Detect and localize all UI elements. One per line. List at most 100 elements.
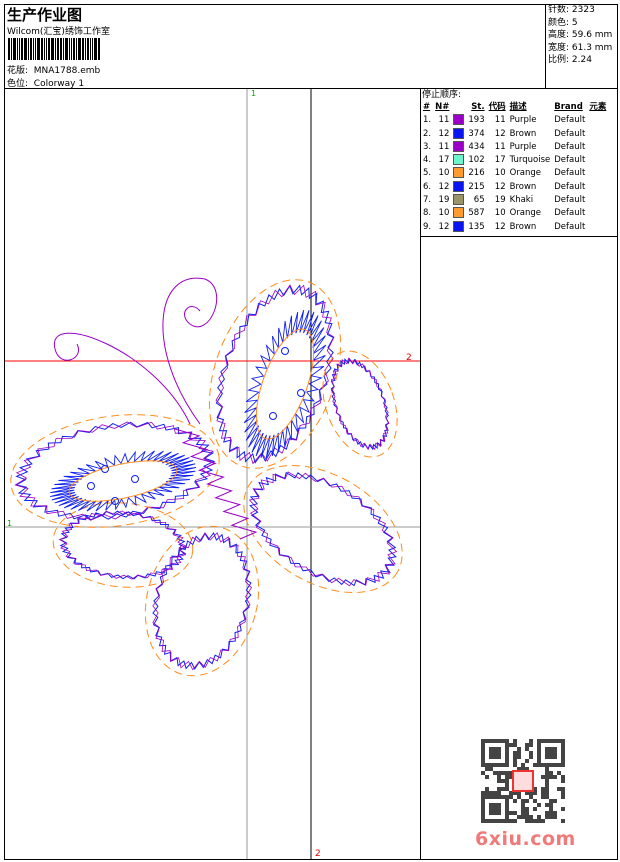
design-stats: 针数: 2323 颜色: 5 高度: 59.6 mm 宽度: 61.3 mm 比…: [546, 4, 617, 89]
row-brand: Default: [554, 115, 586, 126]
barcode-bar: [85, 38, 86, 60]
barcode-bar: [87, 38, 89, 60]
barcode-bar: [33, 38, 34, 60]
butterfly-design: 1 2 1 2: [5, 89, 420, 859]
stop-row: 3. 11 434 11 Purple Default: [421, 140, 608, 154]
row-index: 2.: [423, 128, 432, 139]
dot-spot: [87, 482, 95, 490]
col-needle: N#: [435, 102, 450, 112]
row-description: Turquoise: [509, 155, 551, 166]
col-brand: Brand: [554, 102, 583, 112]
worksheet-header: 生产作业图 Wilcom(汇宝)绣饰工作室 花版: MNA1788.emb 色位…: [4, 4, 546, 89]
stop-row: 7. 19 65 19 Khaki Default: [421, 194, 608, 207]
barcode-bar: [24, 38, 27, 60]
seal-icon: [512, 770, 534, 792]
design-height: 高度: 59.6 mm: [548, 30, 613, 40]
row-code: 19: [494, 195, 506, 206]
wing-satin: [249, 471, 397, 587]
stop-sequence-table: # N# St. 代码 描述 Brand 元素 1. 11 193 11 Pur…: [421, 101, 608, 234]
stop-row: 8. 10 587 10 Orange Default: [421, 207, 608, 220]
barcode-bar: [28, 38, 29, 60]
scale: 比例: 2.24: [548, 55, 592, 65]
qr-code: [481, 739, 565, 823]
row-code: 12: [494, 221, 506, 232]
row-code: 12: [494, 181, 506, 192]
stop-row: 1. 11 193 11 Purple Default: [421, 114, 608, 127]
stop-sequence-panel: 停止顺序: # N# St. 代码 描述 Brand 元素 1. 11 193 …: [421, 89, 617, 237]
barcode-bar: [69, 38, 70, 60]
barcode-bar: [11, 38, 12, 60]
color-swatch: [453, 207, 465, 219]
barcode-bar: [30, 38, 32, 60]
barcode-bar: [51, 38, 54, 60]
row-brand: Default: [554, 221, 586, 232]
row-description: Orange: [509, 208, 542, 219]
row-stitches: 135: [468, 221, 485, 232]
row-stitches: 374: [468, 128, 485, 139]
design-canvas: 1 2 1 2: [5, 89, 421, 859]
barcode-bar: [90, 38, 91, 60]
wing-underlay: [144, 525, 260, 677]
wing-spot-edge: [255, 328, 315, 440]
barcode: [8, 38, 101, 60]
barcode-bar: [78, 38, 81, 60]
butterfly-body: [174, 428, 258, 540]
row-index: 6.: [423, 181, 432, 192]
wing-outline: [58, 510, 188, 580]
barcode-bar: [46, 38, 47, 60]
row-needle: 12: [438, 221, 450, 232]
guide-label-h1: 1: [7, 519, 12, 528]
wing-satin: [152, 531, 252, 671]
row-description: Purple: [509, 115, 537, 126]
row-description: Khaki: [509, 195, 534, 206]
row-index: 4.: [423, 155, 432, 166]
stitch-count: 针数: 2323: [548, 5, 595, 15]
colorway-value: Colorway 1: [33, 79, 85, 89]
barcode-bar: [63, 38, 64, 60]
barcode-bar: [37, 38, 40, 60]
row-brand: Default: [554, 168, 586, 179]
wing-underlay: [52, 502, 194, 588]
col-code: 代码: [488, 102, 506, 112]
barcode-bar: [82, 38, 84, 60]
row-needle: 12: [438, 181, 450, 192]
dot-spot: [281, 347, 289, 355]
studio-name: Wilcom(汇宝)绣饰工作室: [7, 27, 110, 37]
row-needle: 10: [438, 168, 450, 179]
color-swatch: [453, 140, 465, 152]
color-swatch: [453, 194, 465, 206]
barcode-bar: [71, 38, 72, 60]
row-description: Orange: [509, 168, 542, 179]
design-file: 花版: MNA1788.emb: [7, 63, 100, 76]
barcode-bar: [8, 38, 10, 60]
row-brand: Default: [554, 181, 586, 192]
row-description: Brown: [509, 128, 537, 139]
barcode-bar: [35, 38, 36, 60]
row-index: 7.: [423, 195, 432, 206]
barcode-bar: [44, 38, 45, 60]
stop-row: 4. 17 102 17 Turquoise Default: [421, 154, 608, 167]
watermark-logo: 6xiu.com: [475, 828, 576, 850]
color-swatch: [453, 114, 465, 126]
barcode-bar: [60, 38, 62, 60]
row-stitches: 193: [468, 115, 485, 126]
barcode-bar: [41, 38, 43, 60]
row-needle: 11: [438, 115, 450, 126]
row-code: 11: [494, 115, 506, 126]
row-index: 5.: [423, 168, 432, 179]
stop-row: 6. 12 215 12 Brown Default: [421, 180, 608, 194]
row-brand: Default: [554, 155, 586, 166]
stop-row: 5. 10 216 10 Orange Default: [421, 167, 608, 180]
row-code: 10: [494, 208, 506, 219]
row-stitches: 434: [468, 141, 485, 152]
color-swatch: [453, 180, 465, 192]
col-stitches: St.: [471, 102, 485, 112]
guide-label-v2: 2: [315, 849, 321, 859]
dot-spot: [297, 389, 305, 397]
barcode-bar: [13, 38, 16, 60]
guide-label-h2: 2: [406, 353, 412, 363]
barcode-bar: [17, 38, 18, 60]
barcode-bar: [73, 38, 75, 60]
wing-outline: [152, 532, 253, 671]
design-value: MNA1788.emb: [33, 66, 101, 76]
